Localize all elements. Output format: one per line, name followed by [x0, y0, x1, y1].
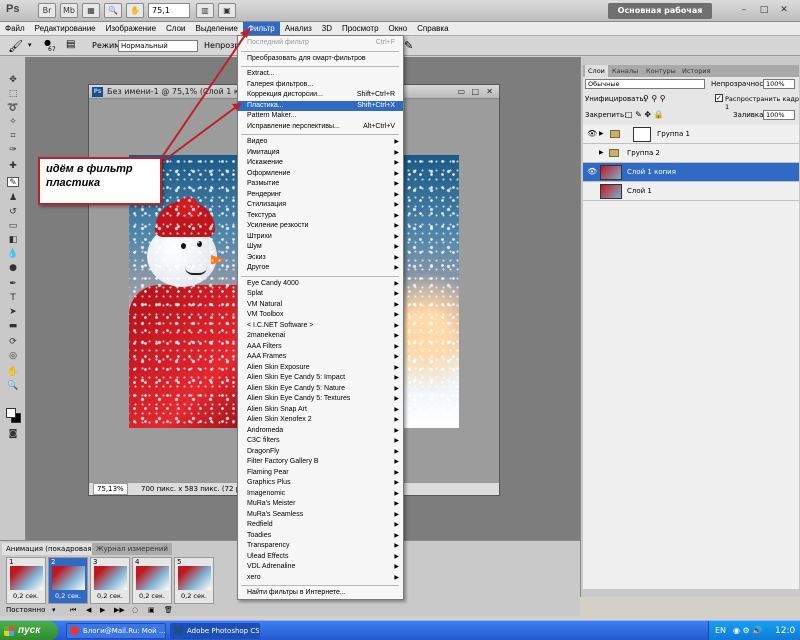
annotation-callout: идём в фильтр пластика — [38, 157, 162, 205]
callout-line-1: идём в фильтр — [46, 163, 133, 175]
callout-line-2: пластика — [46, 177, 101, 189]
annotation-arrows — [159, 27, 251, 163]
taskbar-item-browser[interactable]: Блоги@Mail.Ru: Мой ... — [66, 623, 166, 639]
language-indicator[interactable]: EN — [715, 621, 726, 640]
system-tray: EN ◉ ⚙ 🔊 12:0 — [708, 621, 800, 640]
arrow-to-filter-menu — [159, 27, 251, 161]
arrow-to-liquify — [161, 103, 241, 163]
clock[interactable]: 12:0 — [775, 621, 795, 640]
windows-flag-icon — [4, 626, 14, 636]
opera-icon — [70, 626, 79, 635]
tray-icons[interactable]: ◉ ⚙ 🔊 — [733, 621, 762, 640]
windows-taskbar: пуск Блоги@Mail.Ru: Мой ... Adobe Photos… — [0, 620, 800, 640]
taskbar-item-photoshop[interactable]: Adobe Photoshop CS... — [170, 623, 260, 639]
photoshop-task-icon — [174, 626, 183, 635]
arrowhead-to-filter-menu — [240, 28, 250, 38]
